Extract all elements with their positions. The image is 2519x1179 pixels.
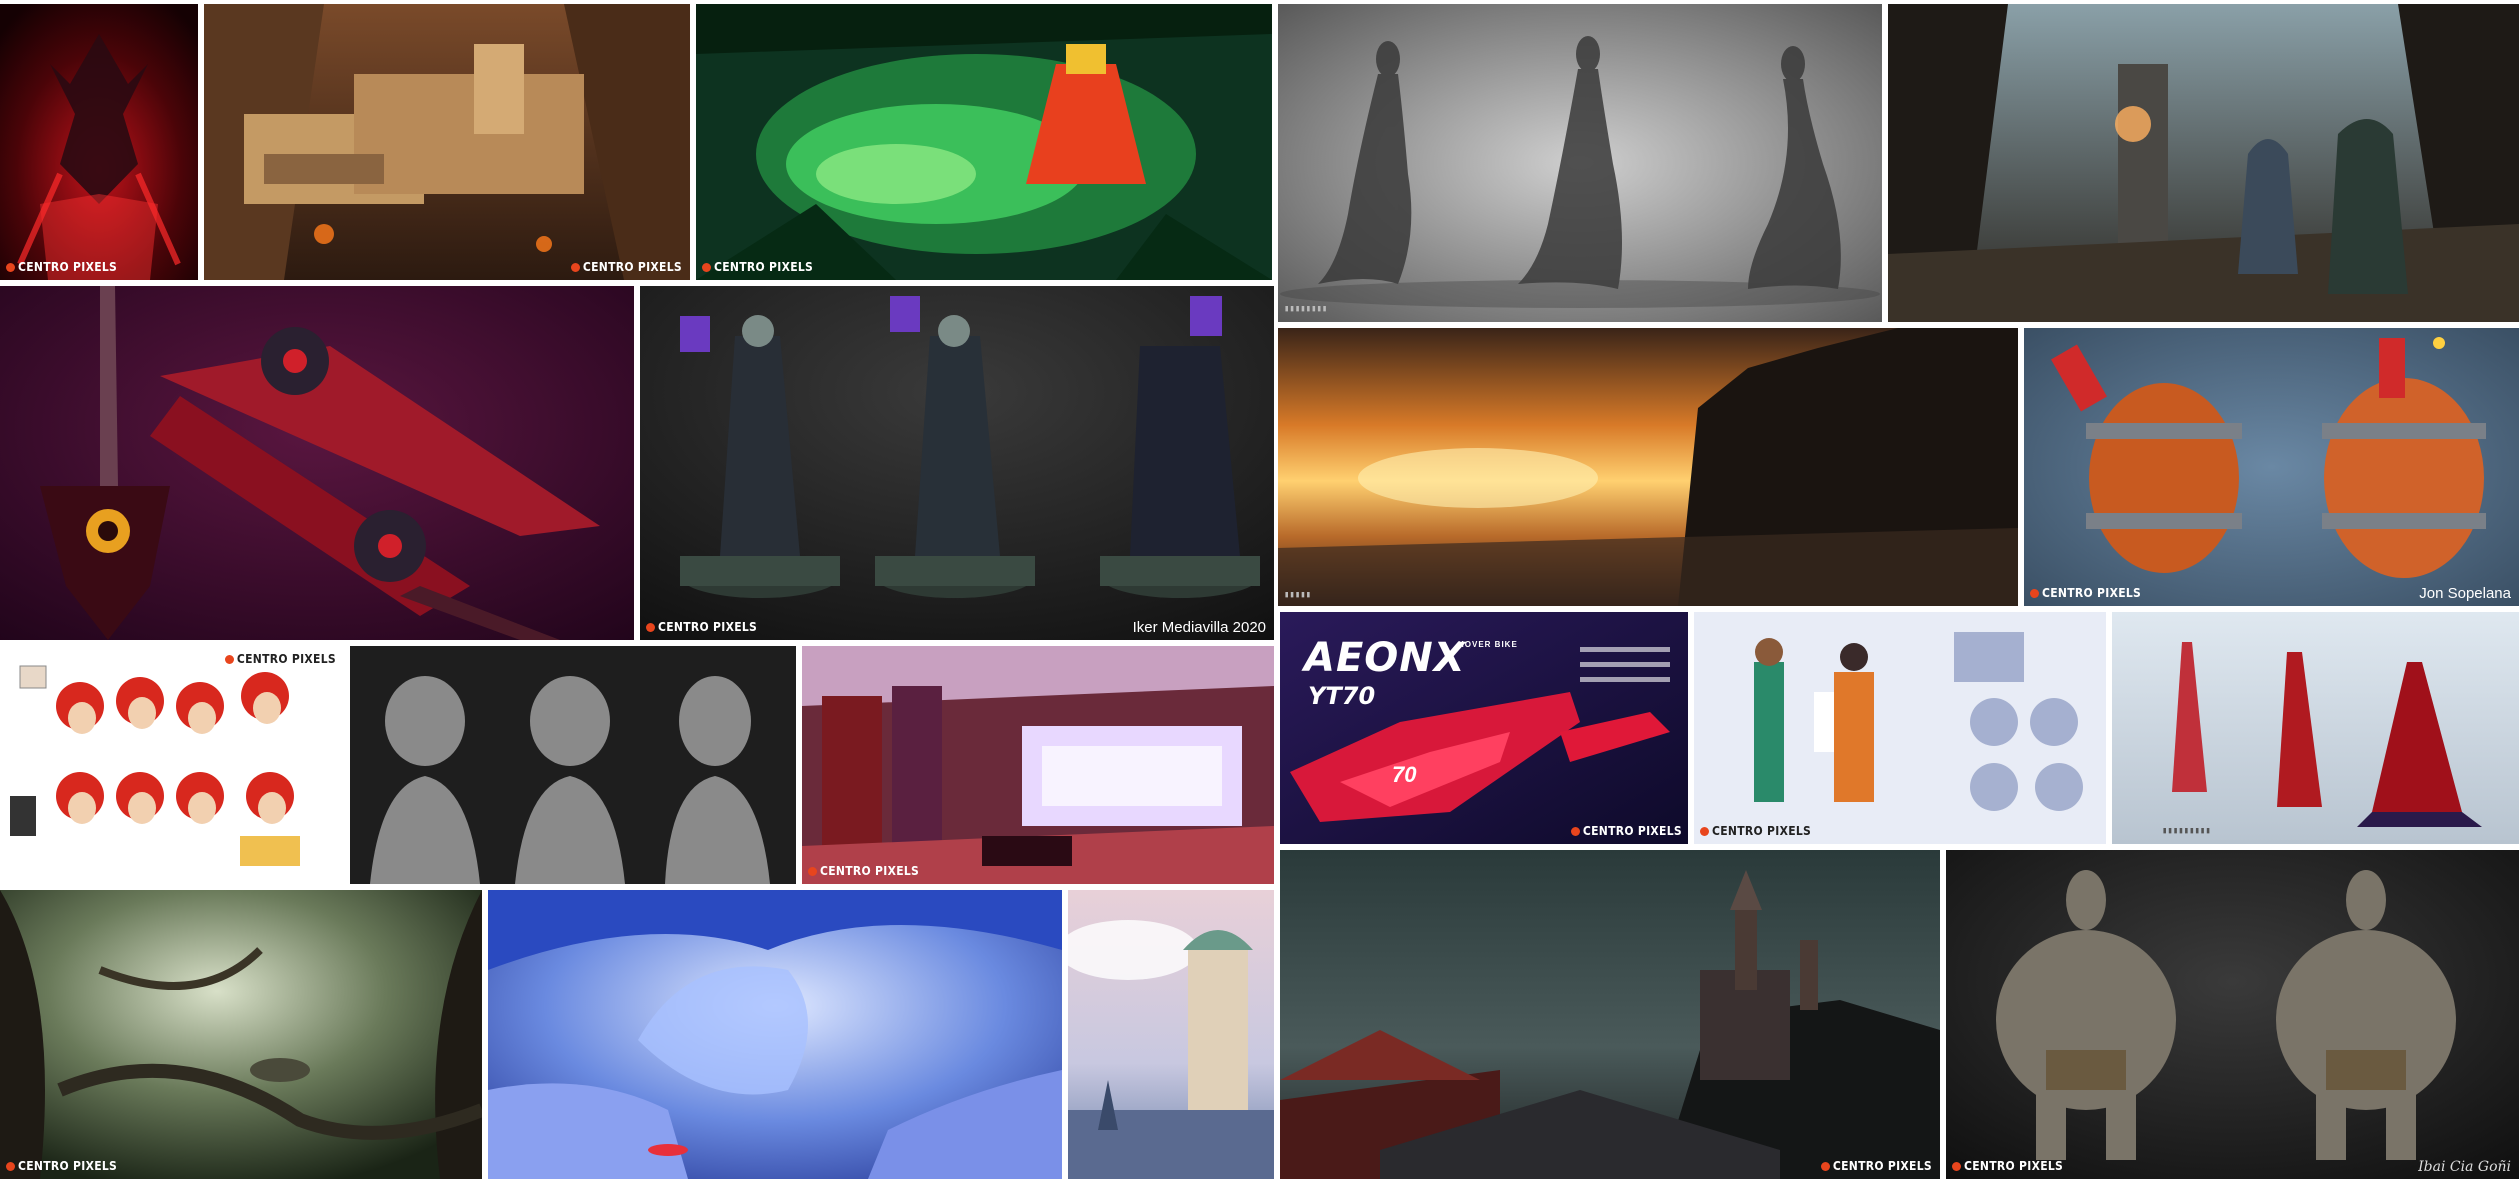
jungle-temple-tile[interactable]: CENTRO PIXELS [696, 4, 1272, 280]
lighthouse-tile[interactable] [1068, 890, 1274, 1179]
centro-pixels-logo: CENTRO PIXELS [646, 618, 757, 636]
centro-pixels-logo: CENTRO PIXELS [6, 1157, 117, 1175]
dynamite-barrel-tile[interactable]: CENTRO PIXELS Jon Sopelana [2024, 328, 2519, 606]
logo-icon [1820, 1161, 1830, 1171]
logo-icon [1570, 826, 1580, 836]
lich-statue-tile[interactable]: CENTRO PIXELS Iker Mediavilla 2020 [640, 286, 1274, 640]
tentacle-creature-sculpt-tile[interactable]: ▮▮▮▮▮▮▮▮ [1278, 4, 1882, 322]
artist-credit: Iker Mediavilla 2020 [1132, 619, 1266, 636]
ice-cave-tile[interactable] [488, 890, 1062, 1179]
demon-swords-tile[interactable] [0, 286, 634, 640]
centro-pixels-logo: CENTRO PIXELS [1820, 1157, 1932, 1175]
character-design-sheet-tile[interactable]: CENTRO PIXELS [1694, 612, 2106, 844]
logo-icon [224, 654, 234, 664]
castle-cliff-tile[interactable]: CENTRO PIXELS [1280, 850, 1940, 1179]
logo-icon [1952, 1161, 1961, 1171]
logo-icon [1700, 826, 1709, 836]
red-hair-character-sheet-tile[interactable]: CENTRO PIXELS [0, 646, 344, 884]
centro-pixels-logo: CENTRO PIXELS [1570, 822, 1682, 840]
logo-icon [702, 262, 711, 272]
demon-red-tile[interactable]: CENTRO PIXELS [0, 4, 198, 280]
centro-pixels-logo: CENTRO PIXELS [6, 258, 117, 276]
red-creatures-tile[interactable]: ▮▮▮▮▮▮▮▮▮ [2112, 612, 2519, 844]
troll-models-tile[interactable]: CENTRO PIXELS Ibai Cia Goñi [1946, 850, 2519, 1179]
sunset-coast-tile[interactable]: ▮▮▮▮▮ [1278, 328, 2018, 606]
clay-busts-tile[interactable] [350, 646, 796, 884]
centro-pixels-logo: CENTRO PIXELS [1700, 822, 1811, 840]
logo-icon [6, 262, 15, 272]
centro-pixels-logo: CENTRO PIXELS [570, 258, 682, 276]
logo-icon [646, 622, 655, 632]
aeonx-number: 70 [1392, 762, 1417, 787]
canyon-fortress-tile[interactable]: CENTRO PIXELS [204, 4, 690, 280]
aeonx-subtitle: HOVER BIKE [1458, 640, 1518, 649]
logo-icon [6, 1161, 15, 1171]
logo-icon [570, 262, 580, 272]
watermark-text: ▮▮▮▮▮ [1284, 590, 1312, 600]
watermark-text: ▮▮▮▮▮▮▮▮ [1284, 304, 1328, 314]
watermark-text: ▮▮▮▮▮▮▮▮▮ [2162, 826, 2211, 836]
bedroom-render-tile[interactable]: CENTRO PIXELS [802, 646, 1274, 884]
aeonx-title: AEONX [1304, 635, 1466, 681]
centro-pixels-logo: CENTRO PIXELS [2030, 584, 2141, 602]
logo-icon [2030, 588, 2039, 598]
aeonx-model: YT70 [1308, 682, 1376, 710]
logo-icon [808, 866, 817, 876]
aeonx-hover-bike-tile[interactable]: AEONX YT70 HOVER BIKE 70 CENTRO PIXELS [1280, 612, 1688, 844]
centro-pixels-logo: CENTRO PIXELS [1952, 1157, 2063, 1175]
centro-pixels-logo: CENTRO PIXELS [702, 258, 813, 276]
artist-credit: Ibai Cia Goñi [2418, 1159, 2511, 1175]
artist-credit: Jon Sopelana [2419, 585, 2511, 602]
cathedral-scene-tile[interactable] [1888, 4, 2519, 322]
misty-forest-tile[interactable]: CENTRO PIXELS [0, 890, 482, 1179]
centro-pixels-logo: CENTRO PIXELS [224, 650, 336, 668]
centro-pixels-logo: CENTRO PIXELS [808, 862, 919, 880]
